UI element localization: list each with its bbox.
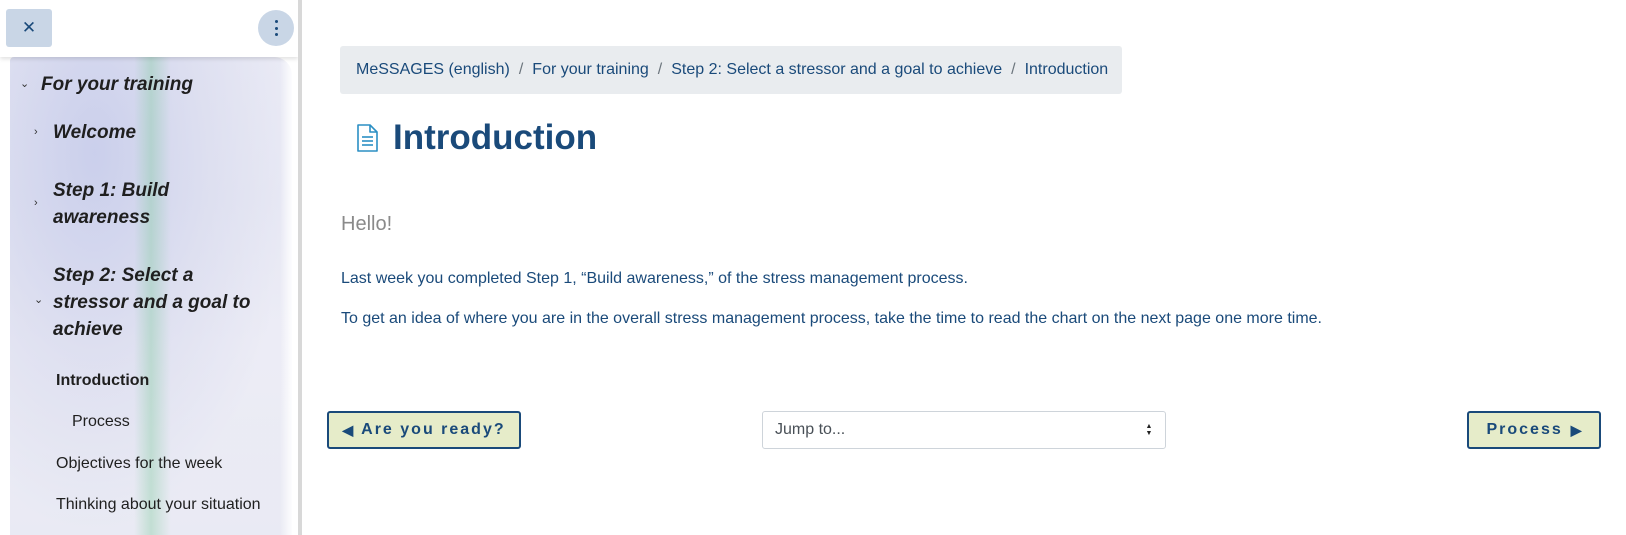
sidebar-item-label[interactable]: Introduction [56,372,149,390]
sidebar-item-label[interactable]: Welcome [53,119,136,146]
triangle-left-icon: ◀ [342,421,354,438]
breadcrumb-separator: / [1011,61,1016,78]
sidebar-item-introduction[interactable]: Introduction [56,372,149,390]
vertical-dots-icon [274,20,278,36]
section-for-your-training[interactable]: ⌄ For your training [20,71,193,98]
breadcrumb-item-current[interactable]: Introduction [1025,61,1109,79]
sidebar-item-welcome[interactable]: › Welcome [34,119,136,146]
breadcrumb-separator: / [657,61,663,78]
close-drawer-button[interactable]: ✕ [6,9,52,47]
page-header: Introduction [355,118,597,158]
paragraph: Last week you completed Step 1, “Build a… [341,270,968,287]
greeting-text: Hello! [341,213,393,235]
sidebar-item-step-2[interactable]: ⌄ Step 2: Select a stressor and a goal t… [34,262,294,343]
sidebar-item-label[interactable]: Thinking about your situation [56,496,261,514]
breadcrumb: MeSSAGES (english) / For your training /… [340,46,1122,94]
breadcrumb-item-training[interactable]: For your training [532,61,649,79]
drawer-header: ✕ [0,0,298,57]
breadcrumb-separator: / [518,61,524,78]
select-arrows-icon: ▲ ▼ [1145,423,1153,437]
section-title[interactable]: For your training [41,71,193,98]
sidebar-item-process[interactable]: Process [72,413,130,431]
drawer-options-button[interactable] [258,10,294,46]
previous-activity-button[interactable]: ◀ Are you ready? [327,411,521,449]
previous-button-label: Are you ready? [361,421,506,438]
chevron-right-icon[interactable]: › [34,197,38,209]
chevron-down-icon[interactable]: ⌄ [34,293,43,306]
sidebar-item-step-1[interactable]: › Step 1: Build awareness [34,177,234,231]
breadcrumb-item-step-2[interactable]: Step 2: Select a stressor and a goal to … [671,61,1002,79]
paragraph: To get an idea of where you are in the o… [341,310,1322,327]
sidebar-item-label[interactable]: Step 2: Select a stressor and a goal to … [53,262,253,343]
triangle-right-icon: ▶ [1570,421,1582,438]
next-activity-button[interactable]: Process ▶ [1467,411,1601,449]
page: ✕ ⌄ For your training › Welcome › Step 1… [0,0,1626,535]
close-icon: ✕ [21,18,37,37]
jump-to-label: Jump to... [775,421,846,438]
sidebar-item-label[interactable]: Process [72,413,130,431]
chevron-right-icon[interactable]: › [34,126,38,138]
breadcrumb-item-course[interactable]: MeSSAGES (english) [356,61,510,79]
sidebar-item-label[interactable]: Step 1: Build awareness [53,177,203,231]
chevron-down-icon[interactable]: ⌄ [20,77,29,90]
document-icon [357,124,378,152]
course-index-drawer: ✕ ⌄ For your training › Welcome › Step 1… [0,0,302,535]
sidebar-item-thinking[interactable]: Thinking about your situation [56,496,261,514]
sidebar-item-objectives[interactable]: Objectives for the week [56,455,222,473]
page-title: Introduction [393,118,598,157]
next-button-label: Process [1486,421,1563,438]
sidebar-item-label[interactable]: Objectives for the week [56,455,222,473]
jump-to-select[interactable]: Jump to... ▲ ▼ [762,411,1166,449]
